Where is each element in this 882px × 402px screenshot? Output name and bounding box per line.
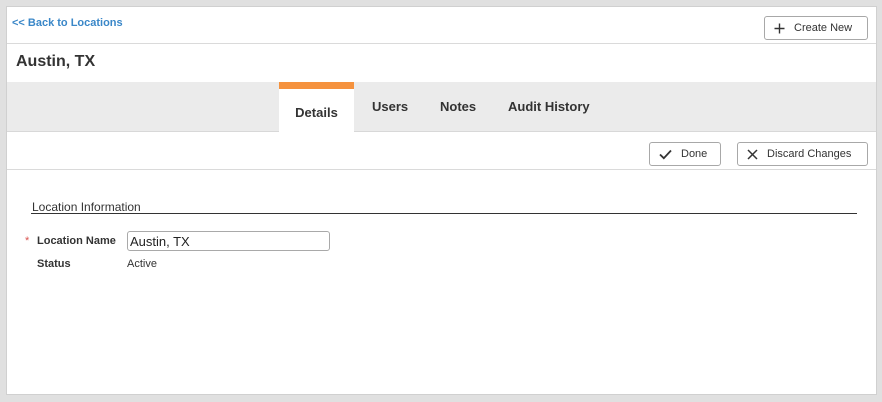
done-label: Done <box>681 148 708 160</box>
discard-changes-button[interactable]: Discard Changes <box>737 142 868 166</box>
status-label: Status <box>37 258 71 270</box>
section-title: Location Information <box>32 200 141 214</box>
toolbar-divider <box>7 169 876 170</box>
tab-audit-history[interactable]: Audit History <box>508 82 590 132</box>
location-name-input[interactable] <box>127 231 330 251</box>
create-new-label: Create New <box>794 22 853 34</box>
page-title: Austin, TX <box>16 53 96 70</box>
tab-users[interactable]: Users <box>372 82 408 132</box>
close-icon <box>747 148 758 160</box>
checkmark-icon <box>659 149 672 160</box>
required-marker: * <box>25 235 30 247</box>
section-divider <box>31 213 857 214</box>
create-new-button[interactable]: Create New <box>764 16 868 40</box>
header-divider <box>7 43 876 44</box>
location-detail-panel: << Back to Locations Create New Austin, … <box>6 6 877 395</box>
back-to-locations-link[interactable]: << Back to Locations <box>12 17 123 29</box>
done-button[interactable]: Done <box>649 142 721 166</box>
plus-icon <box>774 23 785 34</box>
tab-bar: Details Users Notes Audit History <box>7 82 876 133</box>
status-value: Active <box>127 258 157 270</box>
location-name-label: Location Name <box>37 235 116 247</box>
tab-details[interactable]: Details <box>279 82 354 133</box>
tab-notes[interactable]: Notes <box>440 82 476 132</box>
discard-changes-label: Discard Changes <box>767 148 852 160</box>
